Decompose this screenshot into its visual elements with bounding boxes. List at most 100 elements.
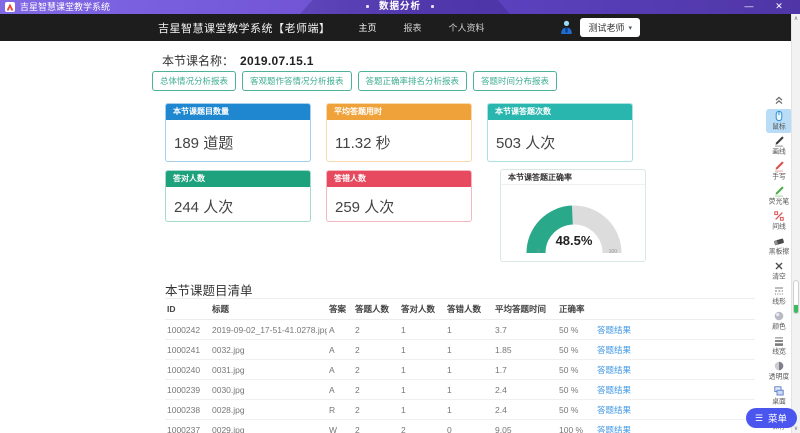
scrollbar[interactable]: ∧ ∨ — [791, 14, 800, 433]
stat-card-value: 244 人次 — [166, 187, 310, 217]
report-button-0[interactable]: 总体情况分析报表 — [152, 71, 236, 91]
table-header-cell: 标题 — [210, 299, 327, 320]
nav-item-0[interactable]: 主页 — [359, 21, 377, 34]
tool-handwrite[interactable]: 手写 — [766, 159, 792, 183]
scrollbar-thumb[interactable] — [793, 280, 799, 314]
stat-card-1-0: 本节课题目数量189 道题 — [165, 103, 311, 162]
answer-result-link[interactable]: 答题结果 — [595, 320, 755, 340]
navbar-brand: 吉星智慧课堂教学系统【老师端】 — [158, 20, 331, 36]
navbar: 吉星智慧课堂教学系统【老师端】 主页 报表 个人资料 测试老师 ▾ — [0, 14, 800, 41]
table-cell-answer: A — [327, 380, 353, 400]
course-name-value: 2019.07.15.1 — [240, 54, 314, 68]
answer-result-link[interactable]: 答题结果 — [595, 360, 755, 380]
table-cell-wrong: 1 — [445, 400, 493, 420]
close-button[interactable]: ✕ — [768, 0, 790, 13]
highlighter-icon — [773, 185, 785, 197]
table-header-cell — [595, 299, 755, 320]
table-row: 10002370029.jpgW2209.05100 %答题结果 — [165, 420, 755, 433]
table-header-cell: 正确率 — [557, 299, 595, 320]
answer-result-link[interactable]: 答题结果 — [595, 400, 755, 420]
gauge-title: 本节课答题正确率 — [501, 170, 645, 185]
user-avatar-icon — [560, 20, 573, 35]
tool-label: 鼠标 — [772, 124, 786, 131]
tool-label: 手写 — [772, 174, 786, 181]
tool-draw-line[interactable]: 画线 — [766, 134, 792, 158]
stat-card-2-1: 答错人数259 人次 — [326, 170, 472, 222]
table-cell-rate: 100 % — [557, 420, 595, 433]
tool-line-width[interactable]: 线宽 — [766, 334, 792, 358]
tool-collapse-up[interactable] — [766, 93, 792, 108]
table-cell-wrong: 1 — [445, 340, 493, 360]
table-cell-title: 2019-09-02_17-51-41.0278.jpg — [210, 320, 327, 340]
tool-eraser[interactable]: 黑板擦 — [766, 234, 792, 258]
tool-mouse[interactable]: 鼠标 — [766, 109, 792, 133]
stat-card-2-0: 答对人数244 人次 — [165, 170, 311, 222]
report-button-3[interactable]: 答题时间分布报表 — [473, 71, 557, 91]
answer-result-link[interactable]: 答题结果 — [595, 340, 755, 360]
gauge-min-label: 0 — [537, 249, 540, 255]
table-cell-wrong: 0 — [445, 420, 493, 433]
tool-label: 清空 — [772, 274, 786, 281]
stat-card-value: 11.32 秒 — [327, 120, 471, 153]
tool-label: 线宽 — [772, 349, 786, 356]
stat-cards-row-1: 本节课题目数量189 道题平均答题用时11.32 秒本节课答题次数503 人次 — [165, 103, 633, 162]
question-table: ID标题答案答题人数答对人数答错人数平均答题时间正确率 10002422019-… — [165, 298, 755, 433]
tool-dash-line[interactable]: 间线 — [766, 209, 792, 233]
stat-card-title: 答错人数 — [327, 171, 471, 187]
user-area: 测试老师 ▾ — [560, 18, 640, 37]
table-cell-answered: 2 — [353, 340, 399, 360]
handwrite-icon — [773, 160, 785, 172]
minimize-button[interactable]: — — [738, 0, 760, 13]
menu-list-icon: ☰ — [755, 414, 763, 423]
main-content: 本节课名称：2019.07.15.1 总体情况分析报表客观题作答情况分析报表答题… — [152, 41, 758, 433]
stat-card-value: 189 道题 — [166, 120, 310, 153]
scroll-down-icon[interactable]: ∨ — [792, 425, 800, 432]
table-row: 10002400031.jpgA2111.750 %答题结果 — [165, 360, 755, 380]
opacity-icon — [773, 360, 785, 372]
deco-dot-icon — [366, 5, 369, 8]
table-header-cell: ID — [165, 299, 210, 320]
nav-item-2[interactable]: 个人资料 — [449, 21, 485, 34]
table-cell-avg_time: 1.85 — [493, 340, 557, 360]
menu-button[interactable]: ☰ 菜单 — [746, 408, 797, 428]
table-cell-rate: 50 % — [557, 400, 595, 420]
stat-card-title: 本节课题目数量 — [166, 104, 310, 120]
collapse-up-icon — [773, 94, 785, 106]
scroll-up-icon[interactable]: ∧ — [792, 15, 800, 22]
table-cell-avg_time: 9.05 — [493, 420, 557, 433]
table-cell-answer: A — [327, 320, 353, 340]
tool-opacity[interactable]: 透明度 — [766, 359, 792, 383]
draw-line-icon — [773, 135, 785, 147]
report-button-2[interactable]: 答题正确率排名分析报表 — [358, 71, 468, 91]
table-row: 10002380028.jpgR2112.450 %答题结果 — [165, 400, 755, 420]
table-cell-title: 0028.jpg — [210, 400, 327, 420]
table-header-cell: 答错人数 — [445, 299, 493, 320]
table-cell-correct: 1 — [399, 400, 445, 420]
table-cell-id: 1000237 — [165, 420, 210, 433]
answer-result-link[interactable]: 答题结果 — [595, 420, 755, 433]
tool-color[interactable]: 颜色 — [766, 309, 792, 333]
mouse-icon — [773, 110, 785, 122]
table-cell-wrong: 1 — [445, 380, 493, 400]
table-cell-rate: 50 % — [557, 320, 595, 340]
table-cell-id: 1000240 — [165, 360, 210, 380]
table-cell-title: 0032.jpg — [210, 340, 327, 360]
table-cell-rate: 50 % — [557, 380, 595, 400]
nav-item-1[interactable]: 报表 — [404, 21, 422, 34]
table-cell-answered: 2 — [353, 400, 399, 420]
tool-desktop[interactable]: 桌面 — [766, 384, 792, 408]
stat-card-1-2: 本节课答题次数503 人次 — [487, 103, 633, 162]
user-menu-button[interactable]: 测试老师 ▾ — [580, 18, 640, 37]
tool-line-style[interactable]: 线形 — [766, 284, 792, 308]
tool-label: 黑板擦 — [769, 249, 789, 256]
gauge-max-label: 100 — [609, 249, 617, 255]
table-cell-answer: A — [327, 340, 353, 360]
course-name-row: 本节课名称：2019.07.15.1 — [162, 52, 314, 69]
answer-result-link[interactable]: 答题结果 — [595, 380, 755, 400]
report-button-1[interactable]: 客观题作答情况分析报表 — [242, 71, 352, 91]
stat-cards-row-2: 答对人数244 人次答错人数259 人次 — [165, 170, 472, 222]
tool-highlighter[interactable]: 荧光笔 — [766, 184, 792, 208]
tool-clear[interactable]: 清空 — [766, 259, 792, 283]
chevron-down-icon: ▾ — [628, 24, 632, 32]
table-header-cell: 答案 — [327, 299, 353, 320]
